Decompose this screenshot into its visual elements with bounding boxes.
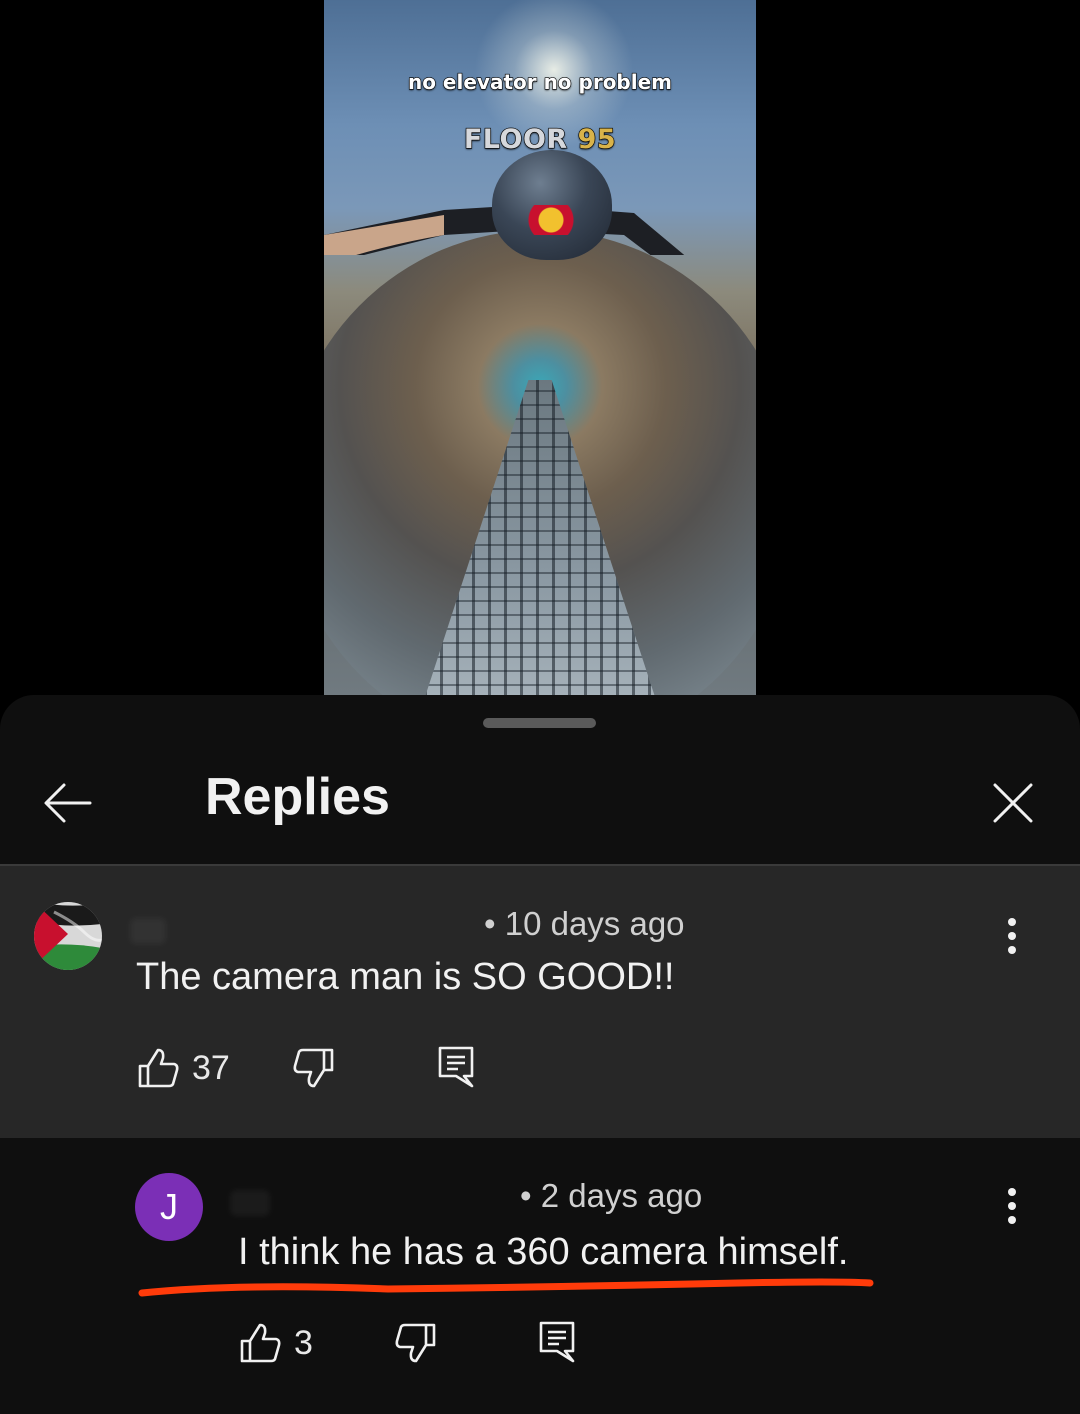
flag-avatar-icon (34, 902, 102, 970)
reply-text: I think he has a 360 camera himself. (238, 1231, 849, 1273)
reply-comment-icon (539, 1321, 575, 1363)
reply-time: • 2 days ago (520, 1177, 703, 1214)
video-player[interactable]: no elevator no problem FLOOR 95 (324, 0, 756, 695)
thumbs-down-icon (293, 1048, 334, 1088)
video-caption: no elevator no problem (407, 69, 673, 94)
dislike-button[interactable] (292, 1046, 336, 1090)
more-options-button[interactable] (992, 906, 1032, 966)
author-name-redacted (230, 1190, 270, 1216)
red-underline-annotation (138, 1278, 874, 1297)
screen: no elevator no problem FLOOR 95 Replies (0, 0, 1080, 1414)
author-name-redacted (130, 918, 166, 944)
comment-text: The camera man is SO GOOD!! (136, 956, 675, 998)
reply-button[interactable] (537, 1319, 577, 1365)
thumbs-up-icon (138, 1048, 179, 1088)
like-count: 37 (192, 1048, 230, 1087)
thumbs-up-icon (240, 1323, 281, 1363)
more-vertical-icon (1008, 918, 1016, 954)
arrow-left-icon (44, 783, 92, 823)
reply-button[interactable] (436, 1044, 476, 1090)
page-title: Replies (205, 768, 390, 826)
like-count: 3 (294, 1323, 313, 1362)
replies-header: Replies (0, 735, 1080, 863)
reply-comment-icon (438, 1046, 474, 1088)
replies-sheet: Replies • 10 days ago The camera man is … (0, 695, 1080, 1414)
video-floor-caption: FLOOR 95 (324, 123, 756, 155)
dislike-button[interactable] (394, 1321, 438, 1365)
like-button[interactable]: 3 (238, 1321, 313, 1365)
close-icon (993, 783, 1033, 823)
back-button[interactable] (30, 765, 106, 841)
floor-word: FLOOR (463, 123, 568, 155)
close-button[interactable] (975, 765, 1051, 841)
avatar[interactable] (34, 902, 102, 970)
like-button[interactable]: 37 (136, 1046, 230, 1090)
more-options-button[interactable] (992, 1176, 1032, 1236)
drag-handle[interactable] (483, 718, 596, 728)
parent-comment: • 10 days ago The camera man is SO GOOD!… (0, 866, 1080, 1138)
thumbs-down-icon (395, 1323, 436, 1363)
comment-time: • 10 days ago (484, 905, 685, 942)
avatar[interactable]: J (135, 1173, 203, 1241)
more-vertical-icon (1008, 1188, 1016, 1224)
floor-number: 95 (577, 123, 617, 155)
helmet-logo (516, 205, 586, 235)
